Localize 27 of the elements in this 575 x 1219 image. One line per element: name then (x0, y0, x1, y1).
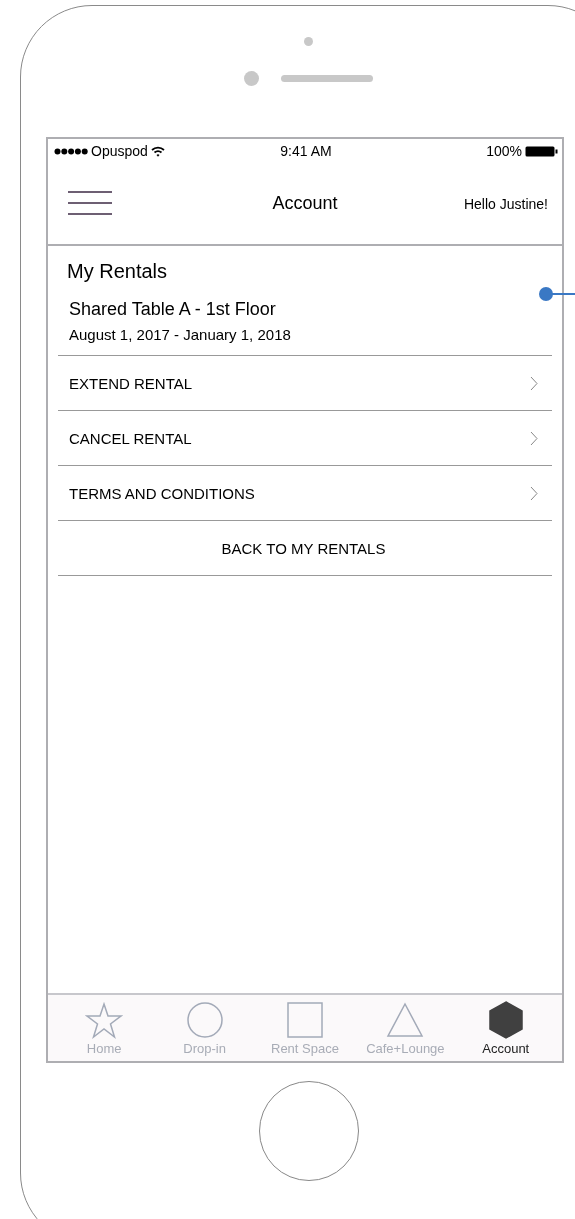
sensor-dot (304, 37, 313, 46)
page-title: Account (272, 193, 338, 214)
menu-row[interactable]: EXTEND RENTAL (58, 356, 552, 411)
triangle-icon (386, 1000, 425, 1039)
tab-item[interactable]: Account (455, 1000, 556, 1056)
menu-button[interactable] (68, 189, 112, 218)
hexagon-icon (486, 1000, 525, 1039)
battery-icon (525, 145, 558, 157)
star-icon (85, 1000, 124, 1039)
status-time: 9:41 AM (280, 143, 332, 159)
section-title: My Rentals (66, 260, 169, 283)
menu-row[interactable]: TERMS AND CONDITIONS (58, 466, 552, 521)
chevron-icon (530, 485, 538, 501)
square-icon (285, 1000, 324, 1039)
circle-icon (185, 1000, 224, 1039)
battery-percent: 100% (486, 143, 522, 159)
rental-dates: August 1, 2017 - January 1, 2018 (68, 326, 292, 343)
wifi-icon (150, 145, 165, 157)
menu-row[interactable]: CANCEL RENTAL (58, 411, 552, 466)
signal-dots-icon (54, 147, 88, 155)
chevron-icon (530, 375, 538, 391)
rental-name: Shared Table A - 1st Floor (68, 299, 277, 320)
back-button[interactable]: BACK TO MY RENTALS (58, 521, 552, 576)
carrier-name: Opuspod (91, 143, 148, 159)
chevron-icon (530, 430, 538, 446)
camera-dot (244, 71, 259, 86)
greeting-text: Hello Justine! (463, 195, 548, 212)
